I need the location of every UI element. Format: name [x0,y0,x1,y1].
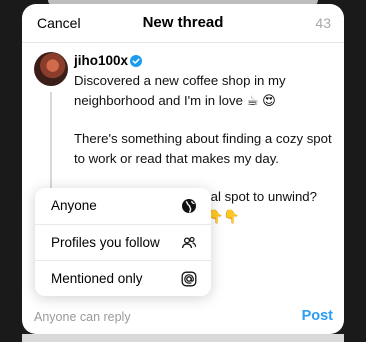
post-button[interactable]: Post [302,308,333,324]
header-bar: Cancel New thread 43 [22,4,344,43]
at-sign-icon [181,271,197,287]
reply-permissions-menu: Anyone Profiles you follow Mentioned onl… [35,188,211,296]
menu-item-profiles-you-follow[interactable]: Profiles you follow [35,224,211,261]
menu-item-mentioned-only[interactable]: Mentioned only [35,260,211,297]
character-count: 43 [315,15,331,31]
bottom-strip [22,334,344,342]
avatar[interactable] [34,52,68,86]
reply-setting-label[interactable]: Anyone can reply [34,310,131,324]
new-thread-sheet: Cancel New thread 43 jiho100x Discovered… [22,4,344,334]
menu-item-label: Profiles you follow [51,235,160,250]
menu-item-anyone[interactable]: Anyone [35,188,211,224]
post-paragraph: Discovered a new coffee shop in my neigh… [74,73,286,108]
people-icon [181,236,197,249]
post-paragraph: There's something about finding a cozy s… [74,131,332,166]
verified-badge-icon [130,55,142,67]
page-title: New thread [142,14,224,31]
menu-item-label: Anyone [51,198,97,213]
username: jiho100x [74,53,129,68]
menu-item-label: Mentioned only [51,271,143,286]
globe-icon [182,199,196,213]
